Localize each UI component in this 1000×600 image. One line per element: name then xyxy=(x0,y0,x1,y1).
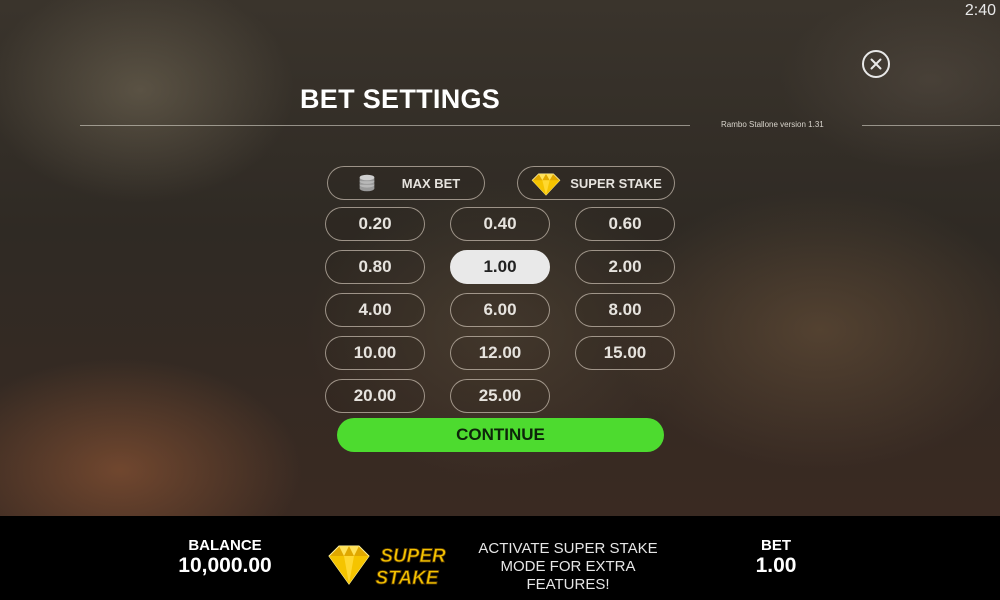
bet-option-button[interactable]: 25.00 xyxy=(450,379,550,413)
bet-option-button[interactable]: 0.80 xyxy=(325,250,425,284)
super-stake-label: SUPER STAKE xyxy=(570,175,662,191)
bet-option-button[interactable]: 8.00 xyxy=(575,293,675,327)
logo-text-stake: STAKE xyxy=(376,568,440,589)
super-stake-button[interactable]: SUPER STAKE xyxy=(517,166,675,200)
coin-stack-icon xyxy=(359,174,375,192)
bet-option-button[interactable]: 1.00 xyxy=(450,250,550,284)
bet-option-button[interactable]: 10.00 xyxy=(325,336,425,370)
dialog-title: BET SETTINGS xyxy=(300,84,501,114)
close-icon xyxy=(870,58,882,70)
balance-value: 10,000.00 xyxy=(178,554,272,577)
bet-option-button[interactable]: 6.00 xyxy=(450,293,550,327)
super-stake-logo: SUPER STAKE xyxy=(328,545,446,589)
bet-option-button[interactable]: 2.00 xyxy=(575,250,675,284)
bet-option-button[interactable]: 15.00 xyxy=(575,336,675,370)
bet-option-button[interactable]: 0.20 xyxy=(325,207,425,241)
max-bet-label: MAX BET xyxy=(401,175,461,191)
continue-label: CONTINUE xyxy=(456,425,545,444)
balance-label: BALANCE xyxy=(188,537,262,554)
title-divider-right xyxy=(862,125,1000,126)
bet-option-button[interactable]: 0.60 xyxy=(575,207,675,241)
bet-option-button[interactable]: 20.00 xyxy=(325,379,425,413)
max-bet-button[interactable]: MAX BET xyxy=(327,166,485,200)
status-clock: 2:40 xyxy=(964,2,996,19)
bet-label: BET xyxy=(761,537,791,554)
promo-text: ACTIVATE SUPER STAKE MODE FOR EXTRA FEAT… xyxy=(478,540,658,593)
title-divider-left xyxy=(80,125,690,126)
bet-option-button[interactable]: 4.00 xyxy=(325,293,425,327)
bet-option-button[interactable]: 12.00 xyxy=(450,336,550,370)
continue-button[interactable]: CONTINUE xyxy=(337,418,664,452)
version-label: Rambo Stallone version 1.31 xyxy=(721,120,824,129)
bet-value: 1.00 xyxy=(755,554,797,577)
bet-option-button[interactable]: 0.40 xyxy=(450,207,550,241)
logo-text-super: SUPER xyxy=(380,546,446,567)
close-button[interactable] xyxy=(862,50,890,78)
diamond-gem-icon xyxy=(531,173,561,196)
